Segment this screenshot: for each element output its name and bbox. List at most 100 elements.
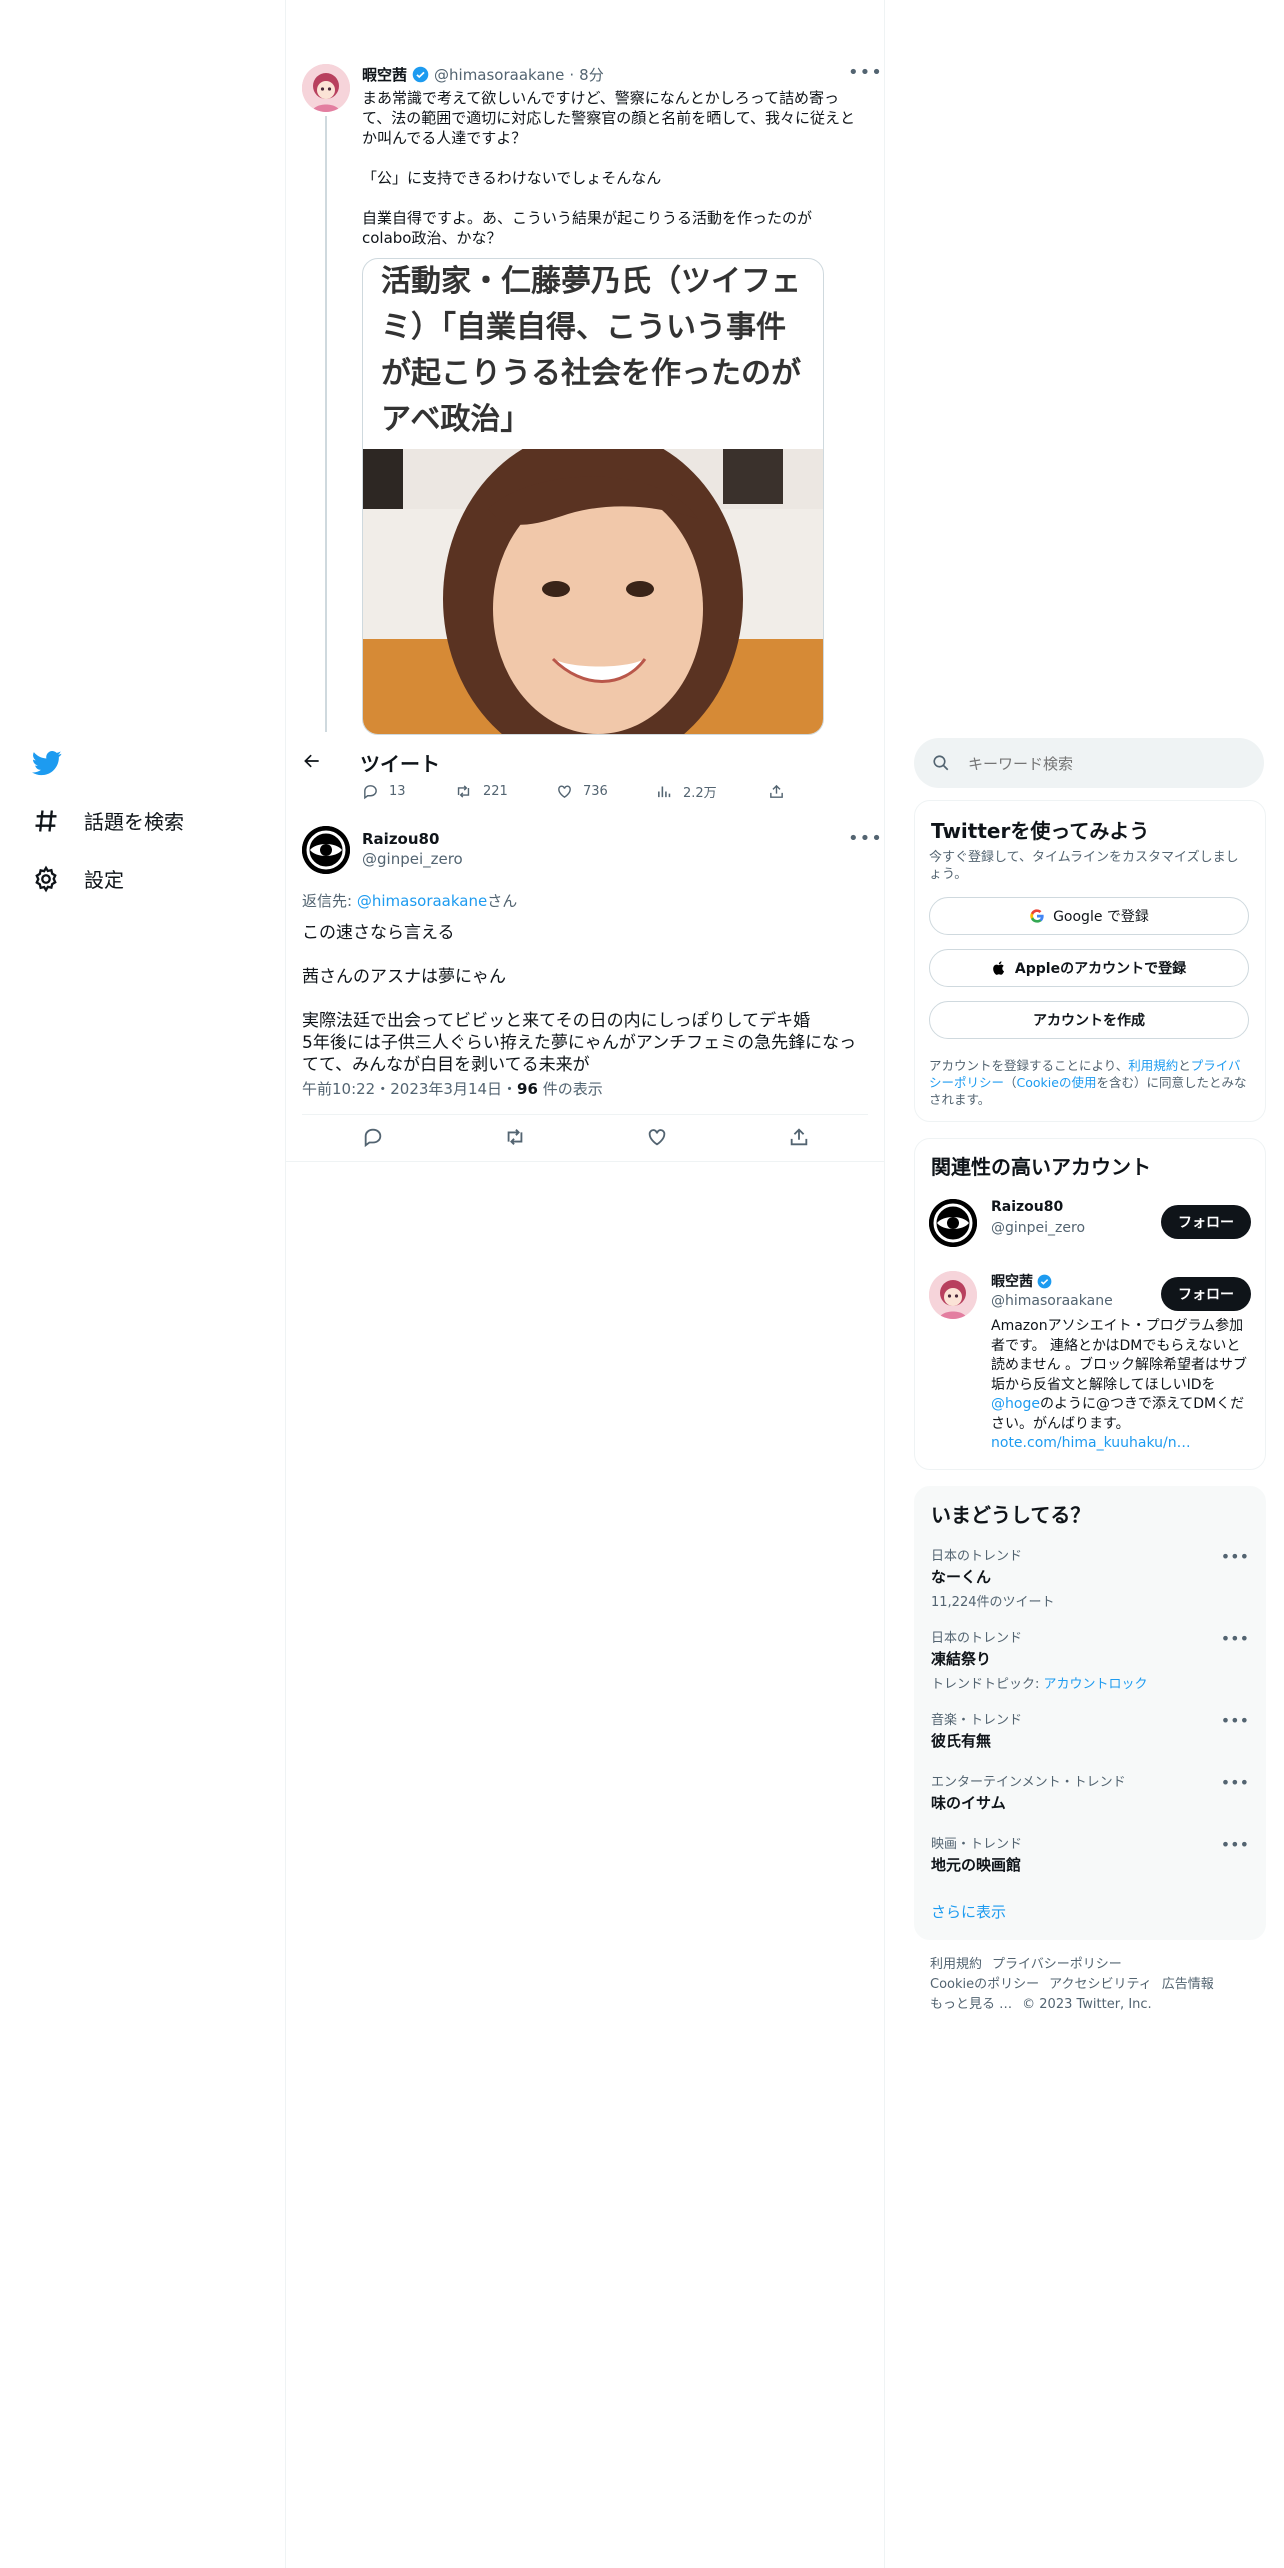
- footer-ads-link[interactable]: 広告情報: [1162, 1977, 1214, 1992]
- more-options-icon[interactable]: •••: [1221, 1547, 1249, 1566]
- share-icon[interactable]: [788, 1126, 810, 1148]
- more-options-icon[interactable]: •••: [1221, 1835, 1249, 1854]
- back-arrow-icon[interactable]: [302, 751, 326, 775]
- page-header: ツイート: [286, 738, 884, 788]
- cookie-use-link[interactable]: Cookieの使用: [1017, 1075, 1097, 1090]
- follow-button[interactable]: フォロー: [1161, 1205, 1251, 1239]
- terms-text: アカウントを登録することにより、: [929, 1058, 1129, 1073]
- more-options-icon[interactable]: •••: [1221, 1711, 1249, 1730]
- author-name[interactable]: 暇空茜: [362, 64, 407, 85]
- gear-icon: [35, 865, 57, 892]
- nav-settings[interactable]: 設定: [32, 864, 124, 893]
- share-button[interactable]: [768, 783, 785, 800]
- nav-settings-label: 設定: [84, 868, 124, 892]
- bio-url-link[interactable]: note.com/hima_kuuhaku/n…: [991, 1435, 1191, 1451]
- footer-accessibility-link[interactable]: アクセシビリティ: [1049, 1977, 1152, 1992]
- column-divider-right: [884, 0, 885, 2568]
- trends-panel: いまどうしてる？ 日本のトレンド なーくん 11,224件のツイート ••• 日…: [914, 1486, 1266, 1940]
- main-tweet-actions: [302, 1126, 868, 1148]
- create-account-label: アカウントを作成: [1033, 1013, 1145, 1029]
- show-more-link[interactable]: さらに表示: [931, 1901, 1006, 1922]
- retweet-icon[interactable]: [504, 1126, 526, 1148]
- reply-button[interactable]: 13: [362, 783, 454, 800]
- trend-category: 日本のトレンド: [931, 1631, 1023, 1646]
- trend-item[interactable]: 日本のトレンド 凍結祭り トレンドトピック: アカウントロック •••: [931, 1627, 1249, 1692]
- footer-cookie-link[interactable]: Cookieのポリシー: [930, 1977, 1039, 1992]
- avatar-raizou80[interactable]: [929, 1199, 977, 1247]
- trend-item[interactable]: エンターテインメント・トレンド 味のイサム •••: [931, 1771, 1249, 1813]
- trend-category: エンターテインメント・トレンド: [931, 1775, 1126, 1790]
- trend-item[interactable]: 日本のトレンド なーくん 11,224件のツイート •••: [931, 1545, 1249, 1610]
- heart-icon: [558, 785, 571, 799]
- trend-item[interactable]: 映画・トレンド 地元の映画館 •••: [931, 1833, 1249, 1875]
- create-account-button[interactable]: アカウントを作成: [929, 1001, 1249, 1039]
- trend-category: 映画・トレンド: [931, 1837, 1023, 1852]
- column-divider-left: [285, 0, 286, 2568]
- more-options-icon[interactable]: •••: [848, 62, 883, 83]
- avatar-raizou80[interactable]: [302, 826, 350, 874]
- like-button[interactable]: 736: [556, 783, 656, 800]
- trend-name: 凍結祭り: [931, 1650, 992, 1668]
- reply-to-link[interactable]: @himasoraakane: [357, 892, 487, 910]
- author-handle[interactable]: @ginpei_zero: [362, 850, 463, 868]
- signup-title: Twitterを使ってみよう: [931, 819, 1150, 843]
- google-signup-label: Google で登録: [1053, 909, 1149, 925]
- heart-icon[interactable]: [646, 1126, 668, 1148]
- terms-of-service-link[interactable]: 利用規約: [1128, 1058, 1178, 1073]
- more-options-icon[interactable]: •••: [848, 828, 883, 849]
- search-box[interactable]: [914, 738, 1264, 788]
- analytics-icon: [658, 786, 671, 798]
- search-input[interactable]: [966, 750, 1250, 778]
- footer-terms-link[interactable]: 利用規約: [930, 1957, 982, 1972]
- apple-signup-label: Appleのアカウントで登録: [1014, 961, 1187, 977]
- trend-topic: トレンドトピック: アカウントロック: [931, 1673, 1249, 1692]
- google-icon: [1030, 909, 1044, 923]
- footer-copyright: © 2023 Twitter, Inc.: [1022, 1997, 1152, 2012]
- follow-button[interactable]: フォロー: [1161, 1277, 1251, 1311]
- bio-mention-link[interactable]: @hoge: [991, 1396, 1040, 1412]
- account-name-row: 暇空茜: [991, 1271, 1052, 1291]
- trend-name: 味のイサム: [931, 1794, 1006, 1812]
- search-icon: [933, 755, 949, 771]
- reply-count: 13: [389, 784, 406, 799]
- tweet-time[interactable]: 8分: [579, 64, 604, 85]
- footer-privacy-link[interactable]: プライバシーポリシー: [992, 1957, 1122, 1972]
- bio-text: Amazonアソシエイト・プログラム参加者です。 連絡とかはDMでもらえないと読…: [991, 1318, 1248, 1393]
- verified-badge-icon: [412, 66, 429, 83]
- apple-signup-button[interactable]: Appleのアカウントで登録: [929, 949, 1249, 987]
- nav-explore-label: 話題を検索: [84, 810, 184, 834]
- account-name[interactable]: Raizou80: [991, 1199, 1063, 1215]
- author-handle[interactable]: @himasoraakane: [434, 66, 564, 84]
- link-card[interactable]: 活動家・仁藤夢乃氏（ツイフェミ）「自業自得、こういう事件が起こりうる社会を作った…: [362, 258, 824, 735]
- nav-explore[interactable]: 話題を検索: [32, 806, 184, 835]
- account-handle[interactable]: @himasoraakane: [991, 1293, 1113, 1309]
- thread-line: [325, 116, 327, 732]
- main-tweet-text: この速さなら言える 茜さんのアスナは夢にゃん 実際法廷で出会ってビビッと来てその…: [302, 923, 857, 1075]
- parent-tweet-text: まあ常識で考えて欲しいんですけど、警察になんとかしろって詰め寄って、法の範囲で適…: [362, 89, 856, 247]
- tweet-timestamp[interactable]: 午前10:22・2023年3月14日・: [302, 1080, 517, 1098]
- author-name[interactable]: Raizou80: [362, 830, 439, 848]
- relevant-title: 関連性の高いアカウント: [931, 1155, 1151, 1179]
- account-handle[interactable]: @ginpei_zero: [991, 1220, 1085, 1236]
- trend-item[interactable]: 音楽・トレンド 彼氏有無 •••: [931, 1709, 1249, 1751]
- account-name[interactable]: 暇空茜: [991, 1271, 1033, 1291]
- avatar-himasoraakane[interactable]: [302, 64, 350, 112]
- trend-category: 日本のトレンド: [931, 1549, 1023, 1564]
- footer-links: 利用規約 プライバシーポリシー Cookieのポリシー アクセシビリティ 広告情報 も…: [930, 1955, 1260, 2015]
- retweet-icon: [457, 785, 470, 798]
- trends-title: いまどうしてる？: [931, 1503, 1091, 1527]
- retweet-button[interactable]: 221: [454, 783, 556, 800]
- retweet-count: 221: [483, 784, 508, 799]
- reply-icon[interactable]: [362, 1126, 384, 1148]
- reply-suffix: さん: [487, 892, 518, 910]
- hashtag-icon: [35, 809, 57, 832]
- google-signup-button[interactable]: Google で登録: [929, 897, 1249, 935]
- twitter-logo-icon[interactable]: [32, 748, 62, 778]
- views-button[interactable]: 2.2万: [656, 782, 768, 801]
- more-options-icon[interactable]: •••: [1221, 1629, 1249, 1648]
- trend-topic-link[interactable]: アカウントロック: [1044, 1677, 1148, 1692]
- more-options-icon[interactable]: •••: [1221, 1773, 1249, 1792]
- trend-name: 彼氏有無: [931, 1732, 992, 1750]
- avatar-himasoraakane[interactable]: [929, 1271, 977, 1319]
- footer-more-link[interactable]: もっと見る …: [930, 1997, 1012, 2012]
